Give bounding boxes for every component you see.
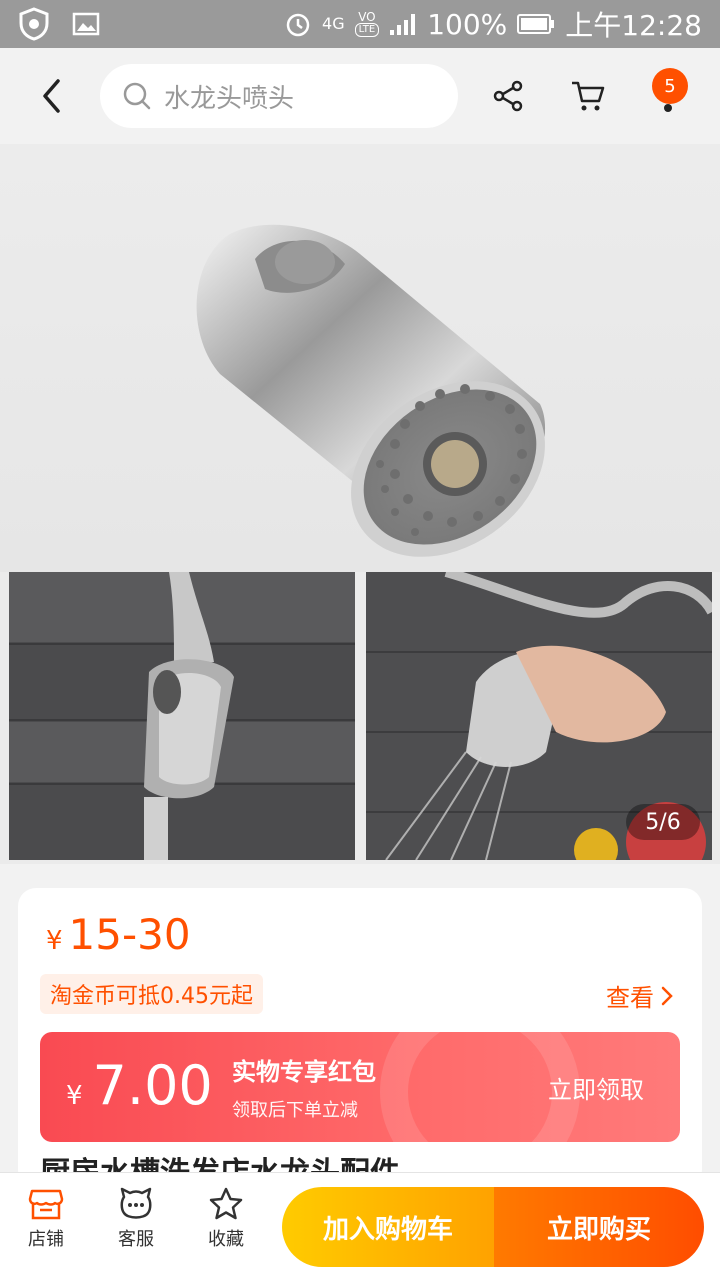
red-packet-coupon[interactable]: ¥ 7.00 实物专享红包 领取后下单立减 立即领取 (40, 1032, 680, 1142)
share-button[interactable] (486, 74, 530, 118)
coupon-subtitle: 领取后下单立减 (232, 1100, 358, 1121)
add-to-cart-button[interactable]: 加入购物车 (282, 1187, 494, 1267)
chevron-right-icon (661, 986, 673, 1005)
volte-icon: VO LTE (354, 11, 380, 37)
image-counter: 5/6 (626, 804, 700, 840)
search-input[interactable]: 水龙头喷头 (100, 64, 458, 128)
star-icon (209, 1187, 243, 1220)
share-icon (493, 80, 523, 112)
coupon-currency: ¥ (66, 1081, 83, 1111)
product-main-image (0, 144, 720, 572)
customer-service-tab[interactable]: 客服 (96, 1187, 176, 1251)
price: ¥ 15-30 (46, 910, 191, 959)
back-button[interactable] (16, 48, 86, 144)
alarm-icon (284, 10, 312, 38)
security-shield-icon (18, 7, 50, 41)
store-tab[interactable]: 店铺 (6, 1187, 86, 1251)
chevron-left-icon (43, 79, 60, 113)
product-page: 4G VO LTE 100% 上午12:28 水龙头喷头 5 5/6 ¥ 15-… (0, 0, 720, 1280)
favorite-tab[interactable]: 收藏 (186, 1187, 266, 1251)
network-type: 4G (322, 14, 345, 33)
more-menu-dot[interactable] (664, 104, 672, 112)
status-bar: 4G VO LTE 100% 上午12:28 (0, 0, 720, 48)
bottom-action-bar: 店铺 客服 收藏 加入购物车 立即购买 (0, 1172, 720, 1280)
cart-icon (572, 81, 605, 111)
coupon-title: 实物专享红包 (232, 1058, 376, 1086)
service-label: 客服 (118, 1229, 154, 1250)
coupon-amount: ¥ 7.00 (66, 1054, 213, 1117)
battery-percent: 100% (427, 7, 508, 41)
favorite-label: 收藏 (208, 1229, 244, 1250)
price-range: 15-30 (68, 910, 191, 959)
battery-icon (517, 13, 555, 35)
product-image-tile-left (9, 572, 355, 860)
search-icon (123, 82, 151, 110)
customer-service-icon (120, 1187, 152, 1219)
store-icon (28, 1189, 64, 1220)
top-nav: 水龙头喷头 (0, 48, 720, 144)
buy-now-button[interactable]: 立即购买 (494, 1187, 704, 1267)
coupon-value: 7.00 (92, 1054, 213, 1117)
cart-button[interactable] (566, 74, 610, 118)
view-button[interactable]: 查看 (606, 978, 674, 1013)
view-label: 查看 (606, 984, 654, 1012)
gallery-icon (72, 12, 100, 36)
signal-icon (389, 12, 417, 36)
price-card: ¥ 15-30 淘金币可抵0.45元起 查看 ¥ 7.00 实物专享红包 领取后… (18, 888, 702, 1190)
coin-discount-tag: 淘金币可抵0.45元起 (40, 974, 263, 1014)
product-image-gallery[interactable]: 5/6 (0, 144, 720, 864)
search-text: 水龙头喷头 (164, 83, 295, 114)
cart-count-badge[interactable]: 5 (652, 68, 688, 104)
claim-coupon-button[interactable]: 立即领取 (548, 1070, 644, 1105)
price-currency: ¥ (46, 926, 63, 956)
store-label: 店铺 (28, 1229, 64, 1250)
clock: 上午12:28 (565, 9, 702, 42)
